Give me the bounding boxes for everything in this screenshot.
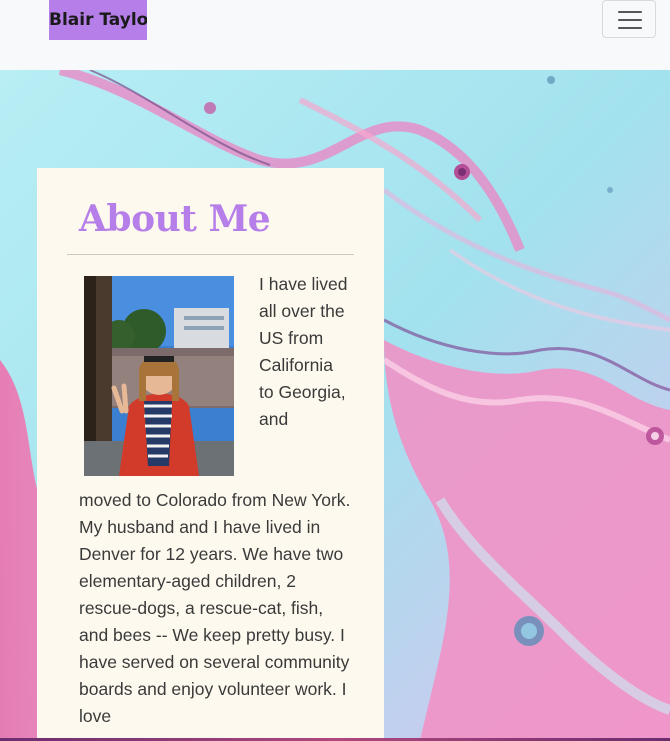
heading-divider	[67, 254, 354, 255]
navbar: Blair Taylor	[0, 0, 670, 70]
about-text-wrap: I have lived all over the US from Califo…	[259, 274, 348, 429]
about-card: About Me I have lived all over the US fr…	[37, 168, 384, 741]
about-heading: About Me	[79, 198, 271, 240]
profile-photo	[84, 276, 234, 476]
navbar-toggle-button[interactable]	[602, 0, 656, 38]
page: Blair Taylor About Me I have lived all o…	[0, 0, 670, 741]
about-text: moved to Colorado from New York. My husb…	[79, 490, 351, 726]
brand-link[interactable]: Blair Taylor	[49, 0, 147, 40]
